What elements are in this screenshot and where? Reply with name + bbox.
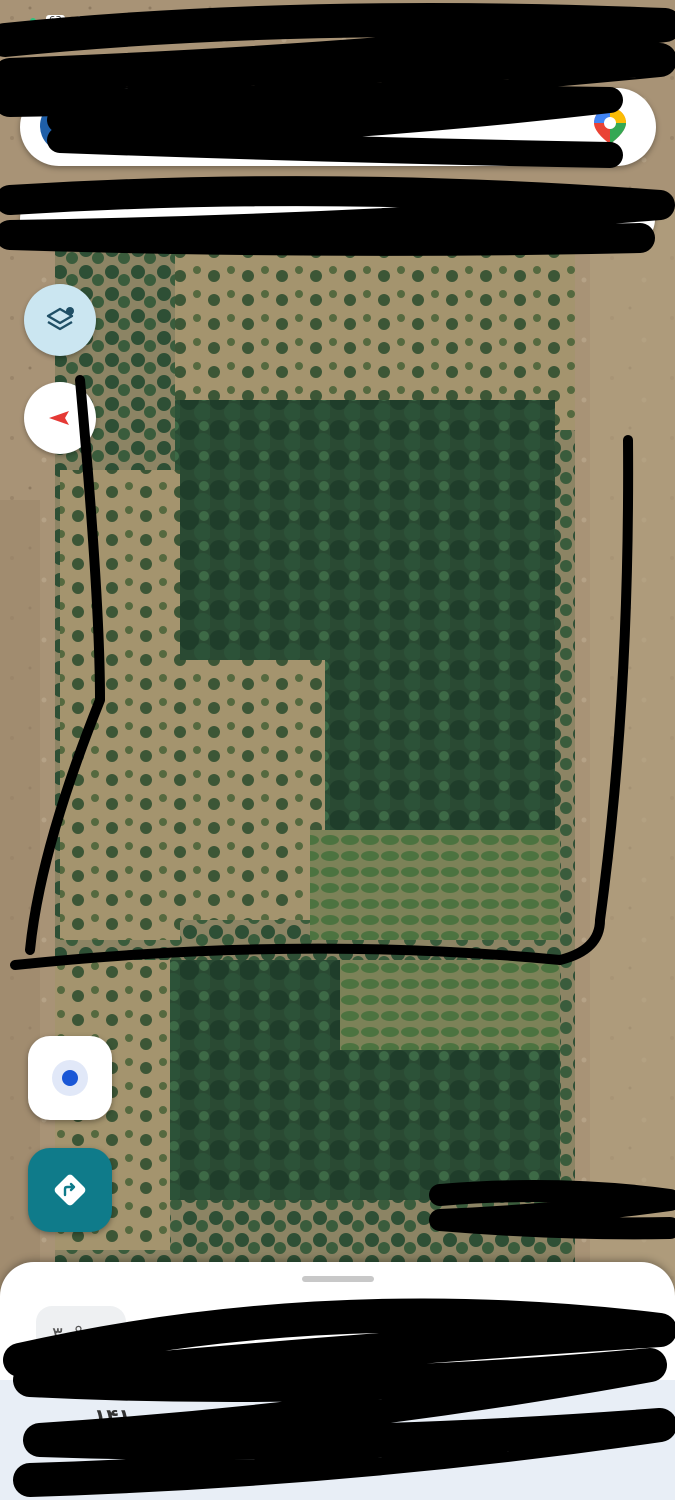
status-bar: 63 4.5G [30, 14, 101, 27]
signal-dot-icon [30, 17, 36, 24]
layers-button[interactable] [24, 284, 96, 356]
maps-pin-icon [594, 108, 626, 144]
category-chip[interactable] [470, 190, 655, 248]
my-location-icon [52, 1060, 88, 1096]
bottom-sheet[interactable]: ۳۰° ۱۴۱ تاریخ [0, 1262, 675, 1500]
nearby-label: تاریخ [340, 1458, 372, 1477]
sheet-drag-handle[interactable] [302, 1276, 374, 1282]
category-chip[interactable] [20, 190, 450, 248]
layers-icon [46, 307, 74, 331]
directions-button[interactable] [28, 1148, 112, 1232]
compass-icon [49, 411, 69, 425]
compass-button[interactable] [24, 382, 96, 454]
weather-card[interactable] [36, 1306, 126, 1386]
battery-level: 63 [46, 15, 65, 26]
search-bar[interactable] [20, 88, 656, 166]
temperature: ۳۰° [52, 1322, 84, 1346]
directions-icon [54, 1174, 86, 1206]
network-type: 4.5G [74, 14, 101, 27]
my-location-button[interactable] [28, 1036, 112, 1120]
explore-nearby-panel[interactable] [0, 1380, 675, 1500]
nearby-value: ۱۴۱ [94, 1404, 131, 1428]
account-avatar[interactable] [40, 100, 92, 152]
